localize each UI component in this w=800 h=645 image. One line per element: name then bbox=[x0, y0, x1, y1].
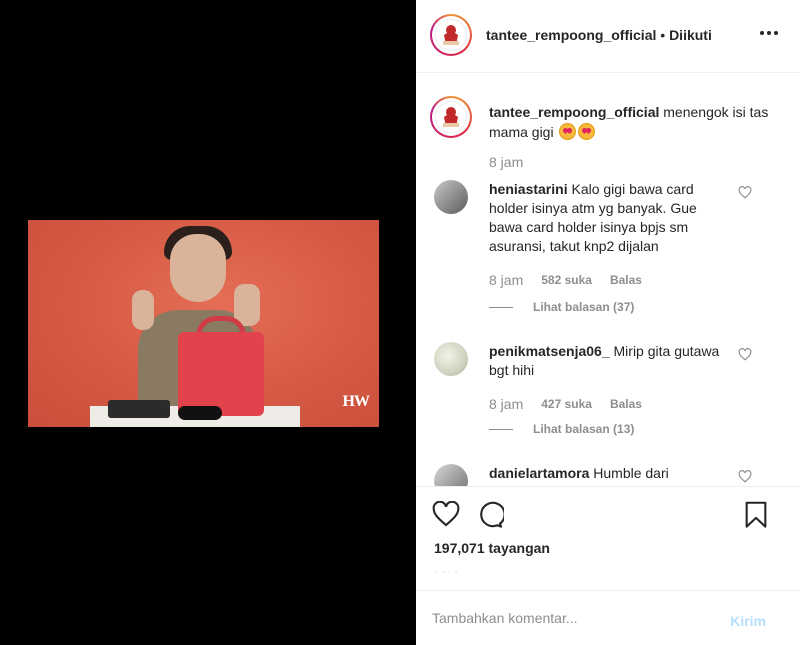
replies-line bbox=[489, 306, 513, 308]
replies-line bbox=[489, 428, 513, 430]
comment-likes[interactable]: 582 suka bbox=[541, 273, 592, 287]
comment-username[interactable]: heniastarini bbox=[489, 181, 568, 197]
comment-username[interactable]: penikmatsenja06_ bbox=[489, 343, 610, 359]
video-hand-left bbox=[132, 290, 154, 330]
comment-like-heart-icon[interactable] bbox=[738, 348, 752, 361]
view-replies-label: Lihat balasan (37) bbox=[533, 300, 635, 314]
comment-avatar[interactable] bbox=[434, 342, 468, 376]
comment-text: Humble dari bbox=[593, 465, 669, 481]
view-replies-button[interactable]: Lihat balasan (13) bbox=[489, 422, 634, 436]
logo-icon bbox=[443, 25, 459, 45]
header-avatar-logo bbox=[435, 19, 467, 51]
video-sunglasses bbox=[178, 406, 222, 420]
header-username[interactable]: tantee_rempoong_official bbox=[486, 27, 656, 43]
add-comment-bar: Kirim bbox=[416, 590, 800, 645]
more-dot bbox=[760, 31, 764, 35]
post-header: tantee_rempoong_official • Diikuti bbox=[416, 0, 800, 73]
comment-like-heart-icon[interactable] bbox=[738, 186, 752, 199]
comment-reply-button[interactable]: Balas bbox=[610, 397, 642, 411]
media-pane: HW bbox=[0, 0, 416, 645]
video-handbag bbox=[178, 332, 264, 416]
comment-like-heart-icon[interactable] bbox=[738, 470, 752, 483]
comment-icon[interactable] bbox=[476, 501, 504, 529]
comment-username[interactable]: danielartamora bbox=[489, 465, 589, 481]
video-player[interactable]: HW bbox=[28, 220, 379, 427]
comment-meta: 8 jam 427 suka Balas bbox=[489, 396, 642, 412]
heart-eyes-emoji-icon bbox=[578, 123, 596, 140]
post-sidebar: tantee_rempoong_official • Diikuti tante… bbox=[416, 0, 800, 645]
comment-body: danielartamora Humble dari bbox=[489, 464, 729, 483]
post-comment-button[interactable]: Kirim bbox=[730, 613, 766, 629]
comment-reply-button[interactable]: Balas bbox=[610, 273, 642, 287]
comment-time[interactable]: 8 jam bbox=[489, 272, 523, 288]
bookmark-icon[interactable] bbox=[744, 501, 768, 529]
view-replies-button[interactable]: Lihat balasan (37) bbox=[489, 300, 634, 314]
comment-avatar[interactable] bbox=[434, 180, 468, 214]
comment-input[interactable] bbox=[432, 607, 712, 629]
caption-avatar[interactable] bbox=[430, 96, 472, 138]
comment-time[interactable]: 8 jam bbox=[489, 396, 523, 412]
caption-username[interactable]: tantee_rempoong_official bbox=[489, 104, 659, 120]
comment-avatar[interactable] bbox=[434, 464, 468, 486]
video-cosmetics bbox=[108, 400, 170, 418]
comments-list[interactable]: tantee_rempoong_official menengok isi ta… bbox=[416, 74, 800, 486]
post-actions: 197,071 tayangan · ·· · bbox=[416, 486, 800, 590]
like-heart-icon[interactable] bbox=[432, 501, 460, 527]
header-user-line: tantee_rempoong_official • Diikuti bbox=[486, 27, 712, 43]
comment-likes[interactable]: 427 suka bbox=[541, 397, 592, 411]
comment-body: penikmatsenja06_ Mirip gita gutawa bgt h… bbox=[489, 342, 729, 380]
logo-icon bbox=[443, 107, 459, 127]
view-replies-label: Lihat balasan (13) bbox=[533, 422, 635, 436]
view-count[interactable]: 197,071 tayangan bbox=[434, 540, 550, 556]
video-person-face bbox=[170, 234, 226, 302]
caption-avatar-logo bbox=[435, 101, 467, 133]
comment-meta: 8 jam 582 suka Balas bbox=[489, 272, 642, 288]
follow-status-button[interactable]: Diikuti bbox=[669, 27, 712, 43]
video-watermark: HW bbox=[342, 393, 370, 410]
header-separator: • bbox=[660, 27, 666, 43]
comment-body: heniastarini Kalo gigi bawa card holder … bbox=[489, 180, 729, 256]
caption: tantee_rempoong_official menengok isi ta… bbox=[489, 102, 769, 142]
header-avatar[interactable] bbox=[430, 14, 472, 56]
caption-timestamp[interactable]: 8 jam bbox=[489, 154, 523, 170]
heart-eyes-emoji-icon bbox=[559, 123, 577, 140]
more-options-icon[interactable] bbox=[760, 31, 778, 35]
more-dot bbox=[767, 31, 771, 35]
more-dot bbox=[774, 31, 778, 35]
timestamp-faint: · ·· · bbox=[434, 567, 459, 578]
